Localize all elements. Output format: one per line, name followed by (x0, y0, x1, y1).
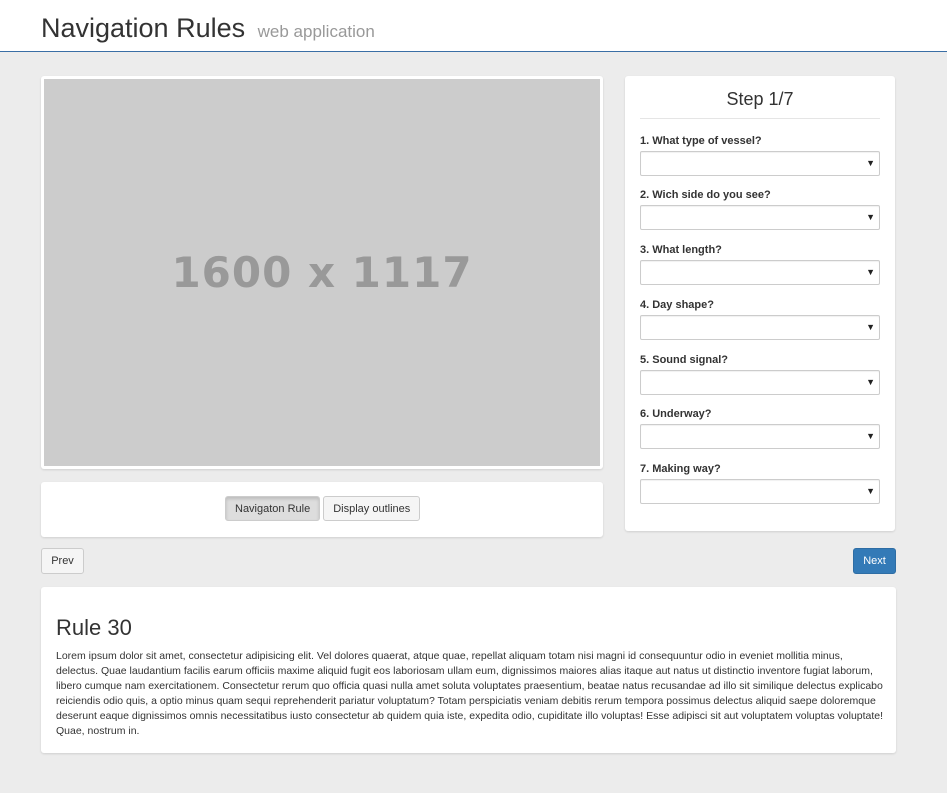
next-button[interactable]: Next (853, 548, 896, 574)
question-label: 5. Sound signal? (640, 354, 729, 366)
view-toggle-panel: Navigaton Rule Display outlines (41, 482, 603, 537)
question-vessel-type: 1. What type of vessel? ▼ (640, 135, 880, 176)
view-toggle-group: Navigaton Rule Display outlines (225, 496, 421, 521)
step-title: Step 1/7 (640, 89, 880, 119)
navbar: Navigation Rules web application (0, 0, 947, 52)
question-label: 3. What length? (640, 244, 722, 256)
caret-down-icon: ▼ (866, 212, 875, 222)
prev-button[interactable]: Prev (41, 548, 84, 574)
question-making-way: 7. Making way? ▼ (640, 463, 880, 504)
question-underway: 6. Underway? ▼ (640, 408, 880, 449)
image-placeholder-text: 1600 x 1117 (171, 248, 473, 297)
question-sound-signal: 5. Sound signal? ▼ (640, 354, 880, 395)
app-subtitle: web application (257, 22, 375, 41)
side-select[interactable]: ▼ (640, 205, 880, 230)
day-shape-select[interactable]: ▼ (640, 315, 880, 340)
caret-down-icon: ▼ (866, 158, 875, 168)
display-outlines-button[interactable]: Display outlines (323, 496, 421, 521)
length-select[interactable]: ▼ (640, 260, 880, 285)
question-label: 6. Underway? (640, 408, 712, 420)
question-label: 7. Making way? (640, 463, 721, 475)
app-title: Navigation Rules web application (41, 13, 375, 44)
image-placeholder: 1600 x 1117 (44, 79, 600, 466)
question-label: 4. Day shape? (640, 299, 714, 311)
question-label: 1. What type of vessel? (640, 135, 762, 147)
sound-signal-select[interactable]: ▼ (640, 370, 880, 395)
navigation-rule-button[interactable]: Navigaton Rule (225, 496, 321, 521)
caret-down-icon: ▼ (866, 377, 875, 387)
app-title-text: Navigation Rules (41, 13, 246, 43)
rule-panel: Rule 30 Lorem ipsum dolor sit amet, cons… (41, 587, 896, 753)
caret-down-icon: ▼ (866, 267, 875, 277)
question-label: 2. Wich side do you see? (640, 189, 771, 201)
steps-panel: Step 1/7 1. What type of vessel? ▼ 2. Wi… (625, 76, 895, 531)
making-way-select[interactable]: ▼ (640, 479, 880, 504)
vessel-type-select[interactable]: ▼ (640, 151, 880, 176)
question-length: 3. What length? ▼ (640, 244, 880, 285)
question-day-shape: 4. Day shape? ▼ (640, 299, 880, 340)
caret-down-icon: ▼ (866, 431, 875, 441)
image-panel: 1600 x 1117 (41, 76, 603, 469)
rule-description: Lorem ipsum dolor sit amet, consectetur … (56, 650, 884, 737)
rule-title: Rule 30 (56, 615, 132, 640)
caret-down-icon: ▼ (866, 486, 875, 496)
question-side: 2. Wich side do you see? ▼ (640, 189, 880, 230)
underway-select[interactable]: ▼ (640, 424, 880, 449)
caret-down-icon: ▼ (866, 322, 875, 332)
